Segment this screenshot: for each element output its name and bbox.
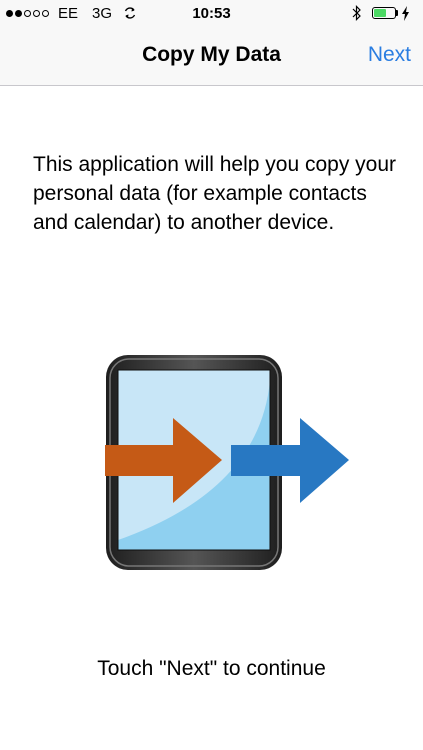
nav-title: Copy My Data [142,43,281,66]
continue-hint: Touch "Next" to continue [97,657,326,680]
battery-level [374,9,386,17]
next-button[interactable]: Next [368,43,411,67]
status-bar: EE 3G 10:53 [0,0,423,28]
top-bar: EE 3G 10:53 Copy My Data Next [0,0,423,86]
screen: EE 3G 10:53 Copy My Data Next This appli… [0,0,423,750]
battery-icon [372,7,396,19]
charging-bolt-icon [402,6,409,21]
battery-tip [396,10,398,16]
bluetooth-icon [352,5,361,21]
phone-transfer-icon [105,355,349,570]
intro-text: This application will help you copy your… [33,153,397,234]
